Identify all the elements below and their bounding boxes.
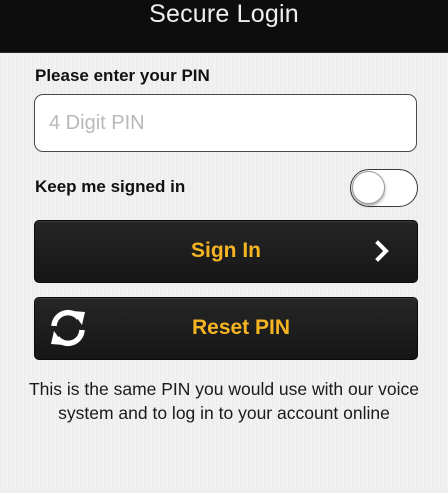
pin-label: Please enter your PIN <box>35 66 210 85</box>
chevron-right-icon <box>375 240 389 262</box>
reset-pin-button[interactable]: Reset PIN <box>34 297 418 360</box>
sign-in-label: Sign In <box>191 239 261 262</box>
sign-in-button[interactable]: Sign In <box>34 220 418 283</box>
keep-signed-in-toggle[interactable] <box>350 169 418 207</box>
info-text: This is the same PIN you would use with … <box>28 379 420 423</box>
reset-pin-label: Reset PIN <box>191 316 291 339</box>
page-title: Secure Login <box>149 0 299 28</box>
toggle-knob <box>352 171 385 204</box>
pin-input[interactable] <box>34 94 417 152</box>
login-screen: Secure Login Please enter your PIN Keep … <box>0 0 448 493</box>
keep-signed-in-label: Keep me signed in <box>35 177 186 196</box>
title-bar: Secure Login <box>0 0 448 53</box>
